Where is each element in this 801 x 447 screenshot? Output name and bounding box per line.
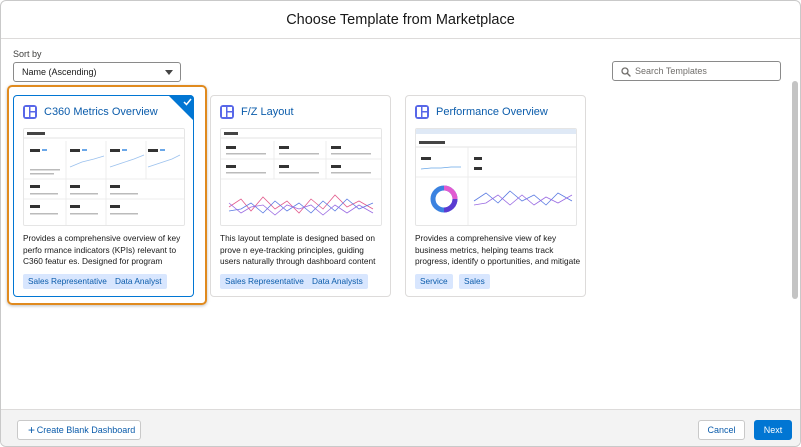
template-preview [415, 128, 577, 226]
create-blank-dashboard-button[interactable]: + Create Blank Dashboard [17, 420, 141, 440]
template-preview [23, 128, 185, 226]
tag-badge: Sales Representative [220, 274, 309, 289]
template-preview [220, 128, 382, 226]
sort-select[interactable]: Name (Ascending) [13, 62, 181, 82]
tag-badge: Service [415, 274, 453, 289]
tag-badge: Sales Representative [23, 274, 112, 289]
tag-badge: Sales [459, 274, 490, 289]
selected-indicator [168, 95, 194, 121]
template-card-fz-layout[interactable]: F/Z Layout This layout template is desig… [210, 95, 391, 297]
card-title[interactable]: F/Z Layout [241, 105, 294, 119]
modal-content: Sort by Name (Ascending) C360 Metrics O [1, 39, 800, 409]
scrollbar[interactable] [792, 81, 798, 299]
search-box[interactable] [612, 61, 781, 81]
card-title[interactable]: C360 Metrics Overview [44, 105, 158, 119]
dashboard-icon [23, 105, 37, 119]
template-card-c360[interactable]: C360 Metrics Overview Provides a compreh… [13, 95, 194, 297]
cancel-button[interactable]: Cancel [698, 420, 745, 440]
sort-selected-value: Name (Ascending) [22, 67, 97, 77]
check-icon [183, 98, 192, 106]
tag-badge: Data Analysts [307, 274, 368, 289]
caret-down-icon [165, 70, 173, 75]
card-title[interactable]: Performance Overview [436, 105, 548, 119]
template-modal: Choose Template from Marketplace Sort by… [0, 0, 801, 447]
search-icon [621, 67, 631, 77]
search-input[interactable] [635, 64, 775, 78]
card-description: This layout template is designed based o… [220, 233, 376, 269]
create-blank-label: Create Blank Dashboard [36, 425, 136, 435]
modal-header: Choose Template from Marketplace [1, 1, 800, 39]
template-card-performance[interactable]: Performance Overview Provides a comprehe… [405, 95, 586, 297]
next-button[interactable]: Next [754, 420, 792, 440]
card-description: Provides a comprehensive overview of key… [23, 233, 181, 269]
dashboard-icon [415, 105, 429, 119]
modal-footer: + Create Blank Dashboard Cancel Next [1, 409, 800, 446]
card-description: Provides a comprehensive view of key bus… [415, 233, 581, 269]
tag-badge: Data Analyst [110, 274, 167, 289]
dashboard-icon [220, 105, 234, 119]
modal-title: Choose Template from Marketplace [286, 12, 515, 28]
sort-label: Sort by [13, 49, 42, 59]
plus-icon: + [28, 423, 36, 437]
